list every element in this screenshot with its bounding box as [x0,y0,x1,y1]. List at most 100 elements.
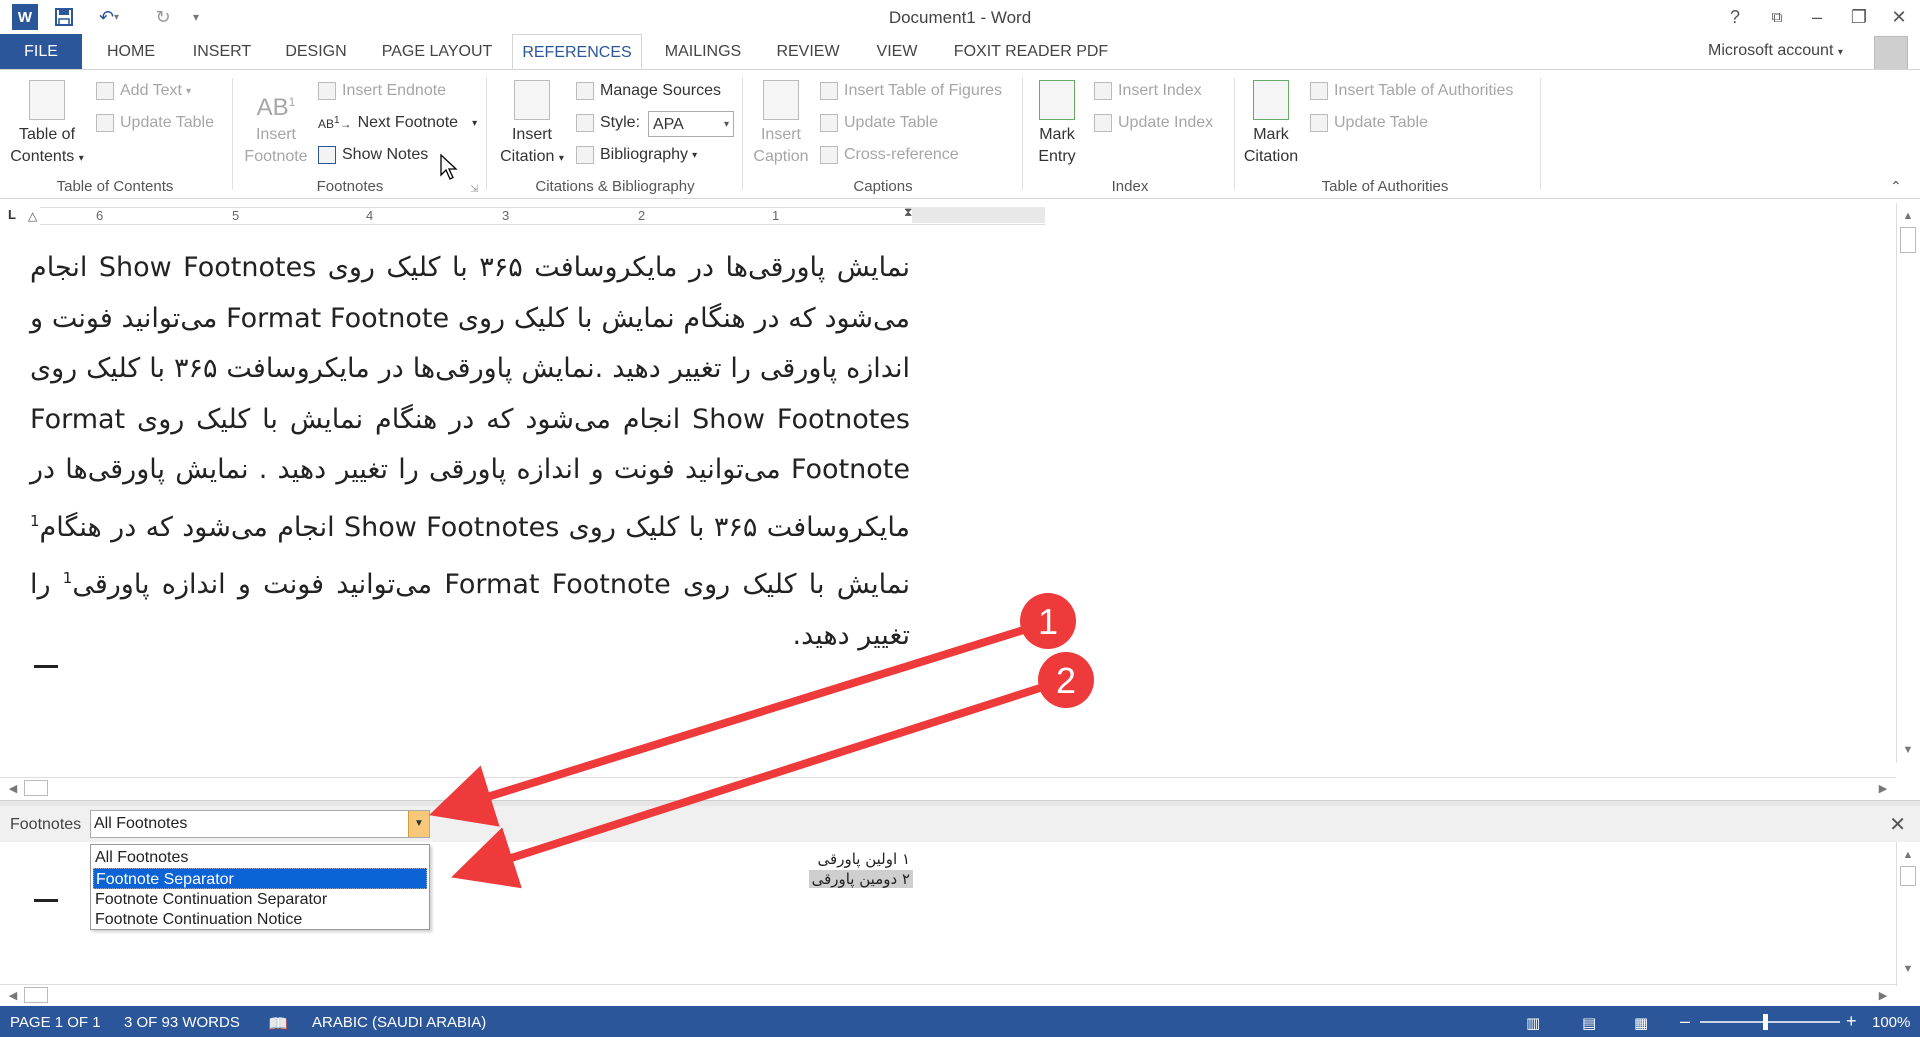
left-indent-marker-icon[interactable]: △ [28,209,37,223]
scroll-up-icon[interactable]: ▲ [1899,207,1917,225]
footnote-dialog-launcher-icon[interactable]: ⇲ [470,184,478,195]
tab-file[interactable]: FILE [0,34,82,70]
tab-mailings[interactable]: MAILINGS [654,34,752,70]
mark-citation-button[interactable]: Mark Citation [1238,80,1304,168]
manage-sources-button[interactable]: Manage Sources [576,82,721,100]
add-text-button[interactable]: Add Text ▾ [96,82,191,100]
insert-endnote-button[interactable]: Insert Endnote [318,82,446,100]
zoom-slider[interactable] [1700,1021,1840,1023]
tab-insert[interactable]: INSERT [180,34,264,70]
collapse-ribbon-icon[interactable]: ⌃ [1890,178,1902,195]
document-area[interactable]: نمایش پاورقی‌ها در مایکروسافت ۳۶۵ با کلی… [0,203,1919,798]
scroll-left-icon[interactable]: ◀ [4,779,22,797]
footnote-entry[interactable]: ١ اولین پاورقی [818,850,910,868]
print-layout-icon[interactable]: ▤ [1582,1014,1596,1032]
cross-reference-button[interactable]: Cross-reference [820,146,959,164]
dropdown-option-footnote-continuation-separator[interactable]: Footnote Continuation Separator [93,889,427,910]
ribbon: Table of Contents ▾ Add Text ▾ Update Tab… [0,69,1920,199]
next-footnote-button[interactable]: AB1→ Next Footnote ▾ [318,114,477,132]
citation-style-select[interactable]: APA ▾ [648,111,734,137]
restore-button[interactable]: ❐ [1842,2,1876,32]
show-notes-button[interactable]: Show Notes [318,146,428,164]
insert-footnote-button[interactable]: AB1 Insert Footnote [238,80,314,168]
tab-view[interactable]: VIEW [866,34,928,70]
footnote-entry[interactable]: ٢ دومین پاورقی [808,870,913,888]
insert-caption-button[interactable]: Insert Caption [746,80,816,168]
chevron-down-icon[interactable]: ▼ [408,811,429,837]
group-label-index: Index [1111,178,1149,195]
zoom-level[interactable]: 100% [1872,1014,1910,1031]
document-body-text[interactable]: نمایش پاورقی‌ها در مایکروسافت ۳۶۵ با کلی… [30,243,910,661]
table-of-contents-button[interactable]: Table of Contents ▾ [4,80,90,170]
tab-review[interactable]: REVIEW [770,34,846,70]
footnote-number: ٢ [901,870,910,888]
insert-citation-label-line1: Insert [511,126,552,143]
tab-references[interactable]: REFERENCES [512,34,642,69]
account-label: Microsoft account [1708,42,1834,59]
insert-table-of-authorities-button[interactable]: Insert Table of Authorities [1310,82,1513,100]
update-table-captions-button[interactable]: Update Table [820,114,938,132]
footnote-pane[interactable]: ١ اولین پاورقی ٢ دومین پاورقی All Footno… [0,842,1920,1005]
scroll-thumb[interactable] [24,780,48,796]
scroll-thumb[interactable] [1900,866,1916,886]
scroll-left-icon[interactable]: ◀ [4,986,22,1004]
minimize-button[interactable]: – [1800,2,1834,32]
document-vertical-scrollbar[interactable]: ▲ ▼ [1896,203,1919,763]
footnote-vertical-scrollbar[interactable]: ▲ ▼ [1896,842,1919,986]
tab-home[interactable]: HOME [92,34,170,70]
dropdown-option-footnote-separator[interactable]: Footnote Separator [93,868,427,889]
zoom-slider-thumb[interactable] [1763,1014,1768,1030]
horizontal-ruler[interactable]: L 6 5 4 3 2 1 ⧗ △ [0,203,1050,227]
close-footnote-pane-button[interactable]: ✕ [1889,812,1906,837]
document-title: Document1 - Word [888,8,1032,27]
dropdown-option-all-footnotes[interactable]: All Footnotes [93,847,427,868]
ribbon-display-options-icon[interactable]: ⧉ [1760,2,1794,32]
footnote-pane-header: Footnotes All Footnotes ▼ ✕ [0,806,1920,843]
footnote-reference-2[interactable]: 1 [63,569,73,587]
mark-entry-button[interactable]: Mark Entry [1026,80,1088,168]
web-layout-icon[interactable]: ▦ [1634,1014,1648,1032]
word-count[interactable]: 3 OF 93 WORDS [124,1014,240,1031]
footnotes-label: Footnotes [10,816,82,833]
scroll-thumb[interactable] [24,987,48,1003]
scroll-thumb[interactable] [1900,227,1916,253]
ruler-number: 4 [366,208,374,223]
update-table-button[interactable]: Update Table [96,114,214,132]
read-mode-icon[interactable]: ▥ [1526,1014,1540,1032]
insert-table-of-figures-button[interactable]: Insert Table of Figures [820,82,1002,100]
language-indicator[interactable]: ARABIC (SAUDI ARABIA) [312,1014,486,1031]
tab-selector[interactable]: L [8,207,16,222]
help-button[interactable]: ? [1718,2,1752,32]
tab-design[interactable]: DESIGN [276,34,356,70]
insert-footnote-label-line2: Footnote [244,148,308,165]
footnote-horizontal-scrollbar[interactable]: ◀ ▶ [0,984,1896,1005]
bibliography-button[interactable]: Bibliography ▾ [576,146,697,164]
style-icon [576,114,594,132]
insert-index-button[interactable]: Insert Index [1094,82,1202,100]
tab-page-layout[interactable]: PAGE LAYOUT [372,34,502,70]
document-horizontal-scrollbar[interactable]: ◀ ▶ [0,777,1896,798]
scroll-right-icon[interactable]: ▶ [1874,779,1892,797]
close-window-button[interactable]: ✕ [1882,2,1916,32]
scroll-up-icon[interactable]: ▲ [1899,846,1917,864]
indent-marker-icon[interactable]: ⧗ [904,205,912,220]
update-index-button[interactable]: Update Index [1094,114,1213,132]
update-table-icon [1310,114,1328,132]
scroll-down-icon[interactable]: ▼ [1899,960,1917,978]
dropdown-option-footnote-continuation-notice[interactable]: Footnote Continuation Notice [93,909,427,930]
account-menu[interactable]: Microsoft account ▾ [1708,42,1843,60]
proofing-icon[interactable]: 📖 [268,1014,288,1034]
page-count[interactable]: PAGE 1 OF 1 [10,1014,101,1031]
show-notes-label: Show Notes [342,146,429,163]
scroll-down-icon[interactable]: ▼ [1899,741,1917,759]
footnote-reference-1[interactable]: 1 [30,512,40,530]
scroll-right-icon[interactable]: ▶ [1874,986,1892,1004]
zoom-in-button[interactable]: + [1846,1011,1857,1032]
tab-foxit-reader-pdf[interactable]: FOXIT READER PDF [948,34,1114,70]
zoom-out-button[interactable]: – [1680,1011,1690,1032]
avatar[interactable] [1874,36,1908,70]
footnotes-dropdown-list[interactable]: All Footnotes Footnote Separator Footnot… [90,844,430,930]
update-table-authorities-button[interactable]: Update Table [1310,114,1428,132]
footnotes-view-select[interactable]: All Footnotes ▼ [90,810,430,838]
insert-citation-button[interactable]: Insert Citation ▾ [492,80,572,170]
